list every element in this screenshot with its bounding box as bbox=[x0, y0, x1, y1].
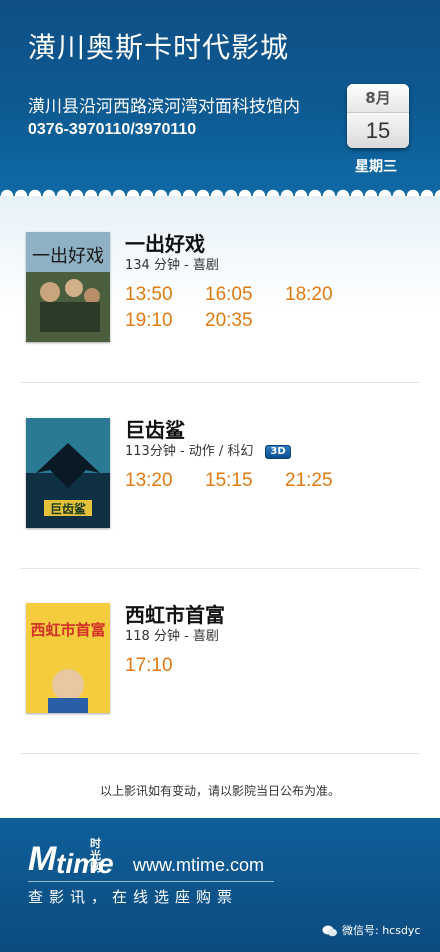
site-url[interactable]: www.mtime.com bbox=[133, 855, 264, 876]
date-calendar: 8月 15 bbox=[347, 84, 409, 148]
movie-divider bbox=[20, 753, 420, 754]
showtime[interactable]: 17:10 bbox=[125, 653, 205, 679]
movie-divider bbox=[20, 382, 420, 383]
showtime-list: 13:50 16:05 18:20 19:10 20:35 bbox=[125, 282, 425, 334]
movie-poster[interactable]: 巨齿鲨 bbox=[26, 418, 110, 528]
wechat-icon bbox=[322, 925, 337, 937]
showtime[interactable]: 21:25 bbox=[285, 468, 365, 494]
footer-divider bbox=[28, 881, 274, 882]
movie-info: 113分钟 - 动作 / 科幻 3D bbox=[125, 440, 291, 459]
showtime[interactable]: 19:10 bbox=[125, 308, 205, 334]
movie-item[interactable]: 巨齿鲨 巨齿鲨 113分钟 - 动作 / 科幻 3D 13:20 15:15 21:2… bbox=[0, 384, 440, 569]
showtime[interactable]: 16:05 bbox=[205, 282, 285, 308]
movie-title[interactable]: 巨齿鲨 bbox=[125, 414, 185, 443]
logo-cn: 时光网 bbox=[90, 837, 101, 874]
wechat-id: 微信号: hcsdyc bbox=[342, 924, 421, 937]
movie-item[interactable]: 一出好戏 一出好戏 134 分钟 - 喜剧 13:50 16:05 18:20 19:… bbox=[0, 198, 440, 383]
schedule-notice: 以上影讯如有变动，请以影院当日公布为准。 bbox=[99, 784, 340, 798]
movie-duration-genre: 118 分钟 - 喜剧 bbox=[125, 629, 219, 644]
svg-text:巨齿鲨: 巨齿鲨 bbox=[50, 501, 86, 516]
showtime[interactable]: 20:35 bbox=[205, 308, 285, 334]
movie-duration-genre: 113分钟 - 动作 / 科幻 bbox=[125, 444, 254, 459]
showtime[interactable]: 13:50 bbox=[125, 282, 205, 308]
poster-image-icon: 巨齿鲨 bbox=[26, 418, 110, 528]
weekday-label: 星期三 bbox=[355, 159, 397, 175]
showtime[interactable]: 15:15 bbox=[205, 468, 285, 494]
movie-poster[interactable]: 一出好戏 bbox=[26, 232, 110, 342]
cinema-name: 潢川奥斯卡时代影城 bbox=[28, 31, 290, 64]
poster-image-icon: 一出好戏 bbox=[26, 232, 110, 342]
wechat-account: 微信号: hcsdyc bbox=[322, 922, 421, 938]
movie-poster[interactable]: 西虹市首富 bbox=[26, 603, 110, 713]
movie-title[interactable]: 西虹市首富 bbox=[125, 599, 225, 628]
mtime-footer: M time 时光网 www.mtime.com 查影讯，在线选座购票 微信号:… bbox=[0, 818, 440, 952]
svg-text:一出好戏: 一出好戏 bbox=[32, 246, 104, 267]
cinema-header: 潢川奥斯卡时代影城 潢川县沿河西路滨河湾对面科技馆内 0376-3970110/… bbox=[0, 0, 440, 196]
movie-duration-genre: 134 分钟 - 喜剧 bbox=[125, 258, 219, 273]
svg-text:西虹市首富: 西虹市首富 bbox=[30, 621, 105, 639]
showtime[interactable]: 13:20 bbox=[125, 468, 205, 494]
movie-title[interactable]: 一出好戏 bbox=[125, 228, 205, 257]
showtime[interactable]: 18:20 bbox=[285, 282, 365, 308]
logo-time: time bbox=[56, 848, 114, 879]
showtime-list: 13:20 15:15 21:25 bbox=[125, 468, 425, 494]
movie-item[interactable]: 西虹市首富 西虹市首富 118 分钟 - 喜剧 17:10 bbox=[0, 569, 440, 754]
movie-info: 134 分钟 - 喜剧 bbox=[125, 254, 219, 273]
poster-image-icon: 西虹市首富 bbox=[26, 603, 110, 713]
cinema-address: 潢川县沿河西路滨河湾对面科技馆内 bbox=[28, 97, 300, 117]
logo-m: M bbox=[28, 840, 57, 878]
movie-info: 118 分钟 - 喜剧 bbox=[125, 625, 219, 644]
calendar-day: 15 bbox=[347, 113, 409, 148]
showtime-list: 17:10 bbox=[125, 653, 425, 679]
footer-slogan: 查影讯，在线选座购票 bbox=[28, 888, 239, 906]
calendar-month: 8月 bbox=[347, 84, 409, 113]
cinema-phone[interactable]: 0376-3970110/3970110 bbox=[28, 121, 196, 139]
format-3d-badge: 3D bbox=[265, 444, 291, 459]
